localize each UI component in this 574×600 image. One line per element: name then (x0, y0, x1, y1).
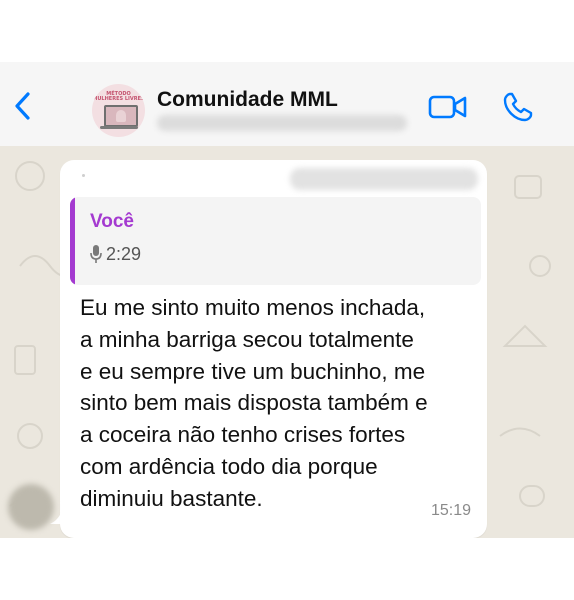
video-call-icon[interactable] (428, 94, 468, 120)
quote-accent-bar (70, 197, 75, 285)
avatar-logo-text: MÉTODO MULHERES LIVRES (92, 91, 145, 102)
sender-phone-blurred (290, 168, 478, 190)
chat-header: MÉTODO MULHERES LIVRES Comunidade MML (0, 62, 574, 146)
message-line: diminuiu bastante. (80, 485, 263, 511)
quoted-reply[interactable]: Você 2:29 (70, 197, 481, 285)
quoted-author: Você (90, 211, 135, 232)
group-avatar[interactable]: MÉTODO MULHERES LIVRES (92, 84, 145, 137)
laptop-base (100, 126, 138, 129)
message-line: Eu me sinto muito menos inchada, (80, 295, 426, 320)
chevron-left-icon[interactable] (8, 88, 38, 124)
audio-duration: 2:29 (106, 243, 142, 264)
microphone-icon (90, 245, 102, 263)
laptop-image (104, 105, 138, 127)
phone-call-icon[interactable] (502, 91, 534, 123)
message-time: 15:19 (430, 502, 471, 519)
sender-indicator (82, 174, 85, 177)
message-line: sinto bem mais disposta também e (80, 390, 428, 416)
message-line: a coceira não tenho crises fortes (80, 422, 406, 448)
message-text: Eu me sinto muito menos inchada, a minha… (80, 292, 480, 515)
group-title[interactable]: Comunidade MML (157, 88, 338, 112)
message-bubble[interactable]: Você 2:29 Eu me sinto muito menos inchad… (60, 160, 487, 538)
quoted-audio-meta: 2:29 (90, 243, 141, 265)
message-line: e eu sempre tive um buchinho, me (80, 358, 426, 384)
group-members-blurred[interactable] (157, 115, 407, 131)
message-line: com ardência todo dia porque (80, 453, 378, 479)
sender-avatar-blurred[interactable] (8, 484, 54, 530)
chat-area[interactable]: Você 2:29 Eu me sinto muito menos inchad… (0, 146, 574, 538)
message-line: a minha barriga secou totalmente (80, 326, 414, 352)
